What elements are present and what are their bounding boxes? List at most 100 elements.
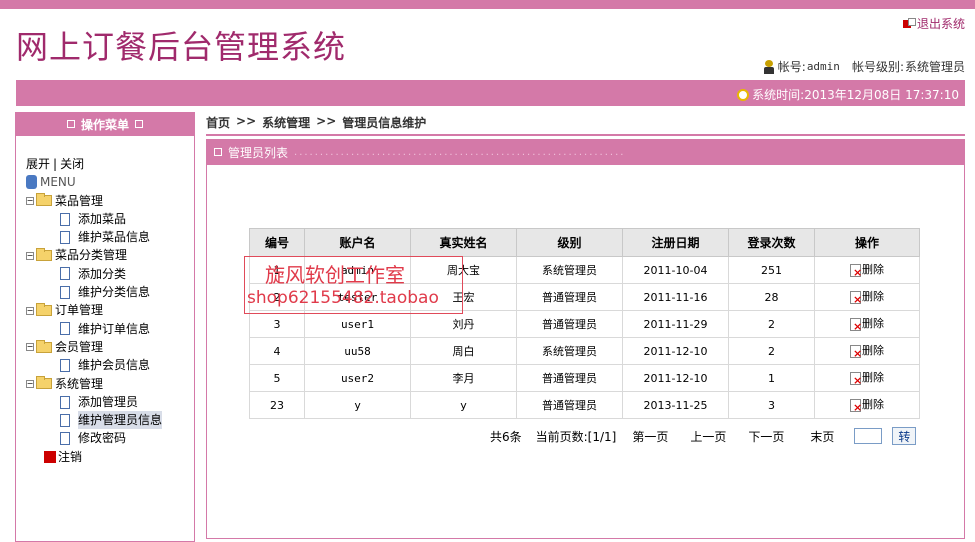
- first-page-link[interactable]: 第一页: [632, 428, 668, 445]
- menu-group-orders[interactable]: − 订单管理: [26, 301, 162, 319]
- systime-value: 2013年12月08日 17:37:10: [804, 88, 959, 102]
- cell-account: y: [304, 391, 411, 419]
- menu-item-maintain-members[interactable]: 维护会员信息: [26, 356, 162, 374]
- account-value: admin: [806, 60, 840, 73]
- logout-icon: [44, 450, 56, 463]
- menu-item-label: 维护菜品信息: [78, 230, 151, 245]
- cell-action: 删除: [814, 256, 920, 284]
- collapse-icon[interactable]: −: [26, 306, 34, 315]
- go-button[interactable]: 转: [892, 427, 917, 445]
- menu-item-add-admin[interactable]: 添加管理员: [26, 393, 162, 411]
- cell-id: 5: [249, 364, 305, 392]
- menu-item-label: 添加分类: [78, 266, 127, 281]
- menu-group-system[interactable]: − 系统管理: [26, 375, 162, 393]
- panel-title: 管理员列表: [228, 145, 289, 160]
- square-icon: [135, 120, 143, 128]
- next-page-link[interactable]: 下一页: [748, 428, 784, 445]
- menu-root[interactable]: MENU: [40, 173, 76, 191]
- menu-logout[interactable]: 注销: [26, 448, 162, 466]
- cell-account: user2: [304, 364, 411, 392]
- menu-item-maintain-admin[interactable]: 维护管理员信息: [26, 411, 163, 430]
- delete-button[interactable]: 删除: [850, 396, 884, 413]
- page-icon: [60, 285, 70, 299]
- watermark-text: 旋风软创工作室: [265, 263, 405, 287]
- table-row: 4 uu58 周白 系统管理员 2011-12-10 2 删除: [249, 337, 920, 365]
- watermark-url: shop62155482.taobao: [247, 288, 439, 308]
- cell-regdate: 2011-11-29: [622, 310, 729, 338]
- col-logins: 登录次数: [728, 228, 815, 257]
- menu-item-change-password[interactable]: 修改密码: [26, 429, 162, 447]
- menu-item-add-category[interactable]: 添加分类: [26, 265, 162, 283]
- cell-level: 普通管理员: [516, 310, 623, 338]
- page-icon: [60, 322, 70, 336]
- cell-level: 普通管理员: [516, 283, 623, 311]
- menu-group-dishes[interactable]: − 菜品管理: [26, 192, 162, 210]
- cell-level: 普通管理员: [516, 364, 623, 392]
- cell-id: 23: [249, 391, 305, 419]
- square-icon: [66, 120, 75, 128]
- cell-logins: 1: [728, 364, 815, 392]
- delete-button[interactable]: 删除: [850, 369, 884, 386]
- cell-logins: 251: [728, 256, 815, 284]
- table-header-row: 编号 账户名 真实姓名 级别 注册日期 登录次数 操作: [249, 228, 920, 257]
- logout-icon: [902, 17, 916, 30]
- menu-group-category[interactable]: − 菜品分类管理: [26, 246, 162, 264]
- cell-realname: 李月: [410, 364, 517, 392]
- delete-button[interactable]: 删除: [850, 342, 884, 359]
- collapse-icon[interactable]: −: [26, 343, 34, 352]
- cell-logins: 2: [728, 337, 815, 365]
- system-time: 系统时间: 2013年12月08日 17:37:10: [737, 86, 959, 103]
- account-label: 帐号:: [777, 60, 806, 74]
- level-label: 帐号级别:: [851, 60, 904, 74]
- menu-group-label: 订单管理: [55, 303, 104, 318]
- top-accent-bar: [0, 0, 975, 9]
- cell-regdate: 2011-11-16: [622, 283, 729, 311]
- logout-link[interactable]: 退出系统: [902, 15, 965, 32]
- delete-button[interactable]: 删除: [850, 288, 884, 305]
- prev-page-link[interactable]: 上一页: [690, 428, 726, 445]
- menu-item-label: 添加管理员: [78, 394, 139, 409]
- collapse-icon[interactable]: −: [26, 196, 34, 205]
- folder-icon: [36, 303, 52, 317]
- page-icon: [60, 432, 70, 446]
- breadcrumb-system[interactable]: 系统管理: [262, 114, 310, 134]
- last-page-link[interactable]: 末页: [810, 428, 834, 445]
- breadcrumb-home[interactable]: 首页: [206, 114, 230, 134]
- page-icon: [60, 212, 70, 226]
- folder-icon: [36, 339, 52, 353]
- menu-group-label: 会员管理: [55, 339, 104, 354]
- table-row: 5 user2 李月 普通管理员 2011-12-10 1 删除: [249, 364, 920, 392]
- folder-icon: [36, 193, 52, 207]
- menu-item-label: 维护分类信息: [78, 285, 151, 300]
- delete-button[interactable]: 删除: [850, 261, 884, 278]
- cell-logins: 2: [728, 310, 815, 338]
- cell-action: 删除: [814, 283, 920, 311]
- menu-item-add-dish[interactable]: 添加菜品: [26, 210, 162, 228]
- delete-icon: [850, 317, 862, 332]
- page-number-input[interactable]: [854, 428, 883, 444]
- col-account: 账户名: [304, 228, 411, 257]
- cell-account: user1: [304, 310, 411, 338]
- panel-dots: ........................................…: [294, 146, 626, 158]
- sidebar-title: 操作菜单: [80, 117, 129, 132]
- menu-group-label: 菜品管理: [55, 193, 104, 208]
- delete-label: 删除: [862, 289, 884, 303]
- menu-group-members[interactable]: − 会员管理: [26, 338, 162, 356]
- delete-label: 删除: [862, 316, 884, 330]
- menu-item-maintain-dish[interactable]: 维护菜品信息: [26, 228, 162, 246]
- menu-group-label: 菜品分类管理: [55, 248, 128, 263]
- delete-icon: [850, 290, 862, 305]
- collapse-link[interactable]: 关闭: [60, 155, 84, 173]
- menu-item-label: 添加菜品: [78, 211, 127, 226]
- table-row: 23 y y 普通管理员 2013-11-25 3 删除: [249, 391, 920, 419]
- menu-item-maintain-category[interactable]: 维护分类信息: [26, 283, 162, 301]
- cell-logins: 3: [728, 391, 815, 419]
- menu-item-maintain-orders[interactable]: 维护订单信息: [26, 320, 162, 338]
- cell-action: 删除: [814, 364, 920, 392]
- collapse-icon[interactable]: −: [26, 379, 34, 388]
- collapse-icon[interactable]: −: [26, 251, 34, 260]
- expand-link[interactable]: 展开: [26, 155, 50, 173]
- col-level: 级别: [516, 228, 623, 257]
- delete-button[interactable]: 删除: [850, 315, 884, 332]
- cell-account: uu58: [304, 337, 411, 365]
